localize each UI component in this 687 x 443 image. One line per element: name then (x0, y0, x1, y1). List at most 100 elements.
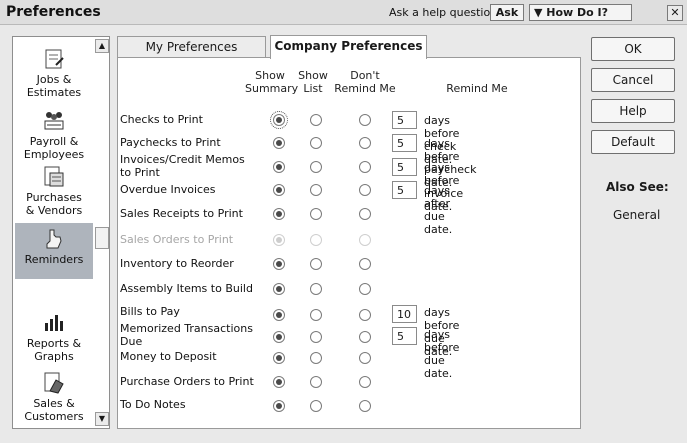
column-header-remind-me: Remind Me (446, 82, 508, 95)
radio-todo-show-list[interactable] (310, 400, 322, 412)
days-input-paychecks[interactable]: 5 (392, 134, 417, 152)
sidebar-item-label: Jobs & Estimates (26, 73, 82, 99)
reminder-label-checks: Checks to Print (120, 113, 203, 126)
radio-sales-orders-show-list (310, 234, 322, 246)
radio-assembly-show-summary[interactable] (273, 283, 285, 295)
sidebar-item-label: Reports & Graphs (26, 337, 82, 363)
sidebar-item-payroll-employees[interactable]: Payroll & Employees (15, 109, 93, 161)
radio-checks-dont-remind[interactable] (359, 114, 371, 126)
reminder-label-todo: To Do Notes (120, 398, 186, 411)
sales-customers-icon (44, 372, 64, 394)
jobs-estimates-icon (45, 49, 64, 69)
reminder-label-sales-orders: Sales Orders to Print (120, 233, 234, 246)
how-do-i-button[interactable]: ▼ How Do I? (529, 4, 632, 21)
sidebar-item-reports-graphs[interactable]: Reports & Graphs (15, 311, 93, 363)
sidebar-item-reminders[interactable]: Reminders (15, 223, 93, 279)
radio-paychecks-show-list[interactable] (310, 137, 322, 149)
default-button[interactable]: Default (591, 130, 675, 154)
radio-deposit-dont-remind[interactable] (359, 352, 371, 364)
radio-bills-show-summary[interactable] (273, 309, 285, 321)
sidebar-item-sales-customers[interactable]: Sales & Customers (15, 371, 93, 423)
tab-my-preferences[interactable]: My Preferences (117, 36, 266, 58)
sidebar-item-label: Reminders (24, 253, 84, 266)
help-button[interactable]: Help (591, 99, 675, 123)
radio-todo-dont-remind[interactable] (359, 400, 371, 412)
sidebar-item-label: Purchases & Vendors (25, 191, 83, 217)
sidebar-item-label: Sales & Customers (24, 397, 84, 423)
reminder-label-bills: Bills to Pay (120, 305, 180, 318)
radio-inventory-dont-remind[interactable] (359, 258, 371, 270)
ask-button[interactable]: Ask (490, 4, 524, 21)
sidebar-item-purchases-vendors[interactable]: Purchases & Vendors (15, 165, 93, 217)
radio-sales-receipts-dont-remind[interactable] (359, 208, 371, 220)
radio-paychecks-dont-remind[interactable] (359, 137, 371, 149)
scrollbar-thumb[interactable] (95, 227, 109, 249)
general-link[interactable]: General (613, 208, 660, 222)
radio-sales-orders-show-summary (273, 234, 285, 246)
days-suffix-memorized: days before due date. (424, 328, 460, 380)
reminder-label-money-deposit: Money to Deposit (120, 350, 217, 363)
window-title: Preferences (6, 4, 101, 20)
radio-bills-show-list[interactable] (310, 309, 322, 321)
title-bar: Preferences Ask a help question Ask ▼ Ho… (0, 0, 687, 25)
close-icon[interactable]: ✕ (667, 5, 683, 21)
ok-button[interactable]: OK (591, 37, 675, 61)
radio-bills-dont-remind[interactable] (359, 309, 371, 321)
tab-company-preferences[interactable]: Company Preferences (270, 35, 427, 59)
radio-checks-show-list[interactable] (310, 114, 322, 126)
radio-deposit-show-list[interactable] (310, 352, 322, 364)
radio-memorized-show-list[interactable] (310, 331, 322, 343)
radio-overdue-dont-remind[interactable] (359, 184, 371, 196)
radio-sales-receipts-show-summary[interactable] (273, 208, 285, 220)
radio-invoices-dont-remind[interactable] (359, 161, 371, 173)
radio-sales-receipts-show-list[interactable] (310, 208, 322, 220)
radio-assembly-dont-remind[interactable] (359, 283, 371, 295)
cancel-button[interactable]: Cancel (591, 68, 675, 92)
radio-sales-orders-dont-remind (359, 234, 371, 246)
radio-inventory-show-list[interactable] (310, 258, 322, 270)
column-header-show-summary: Show Summary (245, 69, 299, 95)
radio-invoices-show-list[interactable] (310, 161, 322, 173)
reminder-label-paychecks: Paychecks to Print (120, 136, 221, 149)
radio-paychecks-show-summary[interactable] (273, 137, 285, 149)
preferences-sidebar: ▲ ▼ Jobs & Estimates Payroll & Employees… (12, 36, 110, 429)
reminder-label-memorized: Memorized Transactions Due (120, 322, 253, 348)
days-input-checks[interactable]: 5 (392, 111, 417, 129)
radio-po-show-summary[interactable] (273, 376, 285, 388)
sidebar-item-label: Payroll & Employees (23, 135, 85, 161)
column-header-dont-remind: Don't Remind Me (334, 69, 396, 95)
radio-invoices-show-summary[interactable] (273, 161, 285, 173)
radio-overdue-show-summary[interactable] (273, 184, 285, 196)
radio-assembly-show-list[interactable] (310, 283, 322, 295)
radio-po-show-list[interactable] (310, 376, 322, 388)
reminder-label-sales-receipts: Sales Receipts to Print (120, 207, 243, 220)
radio-overdue-show-list[interactable] (310, 184, 322, 196)
sidebar-item-jobs-estimates[interactable]: Jobs & Estimates (15, 47, 93, 99)
reminder-label-overdue-invoices: Overdue Invoices (120, 183, 216, 196)
payroll-icon (44, 112, 64, 130)
radio-checks-show-summary[interactable] (270, 111, 288, 129)
days-input-memorized[interactable]: 5 (392, 327, 417, 345)
radio-memorized-show-summary[interactable] (273, 331, 285, 343)
days-input-invoices[interactable]: 5 (392, 158, 417, 176)
reminder-label-invoices: Invoices/Credit Memos to Print (120, 153, 245, 179)
radio-po-dont-remind[interactable] (359, 376, 371, 388)
reminder-label-purchase-orders: Purchase Orders to Print (120, 375, 254, 388)
days-suffix-overdue: days after due date. (424, 184, 453, 236)
purchases-icon (44, 166, 64, 187)
radio-deposit-show-summary[interactable] (273, 352, 285, 364)
reports-graphs-icon (45, 315, 63, 331)
radio-todo-show-summary[interactable] (273, 400, 285, 412)
scroll-up-button[interactable]: ▲ (95, 39, 109, 53)
radio-inventory-show-summary[interactable] (273, 258, 285, 270)
days-input-overdue[interactable]: 5 (392, 181, 417, 199)
column-header-show-list: Show List (298, 69, 328, 95)
reminder-label-inventory: Inventory to Reorder (120, 257, 234, 270)
help-question-label: Ask a help question (389, 6, 498, 19)
also-see-heading: Also See: (606, 180, 669, 194)
days-input-bills[interactable]: 10 (392, 305, 417, 323)
scroll-down-button[interactable]: ▼ (95, 412, 109, 426)
radio-memorized-dont-remind[interactable] (359, 331, 371, 343)
reminder-label-assembly: Assembly Items to Build (120, 282, 253, 295)
reminders-icon (46, 229, 62, 249)
